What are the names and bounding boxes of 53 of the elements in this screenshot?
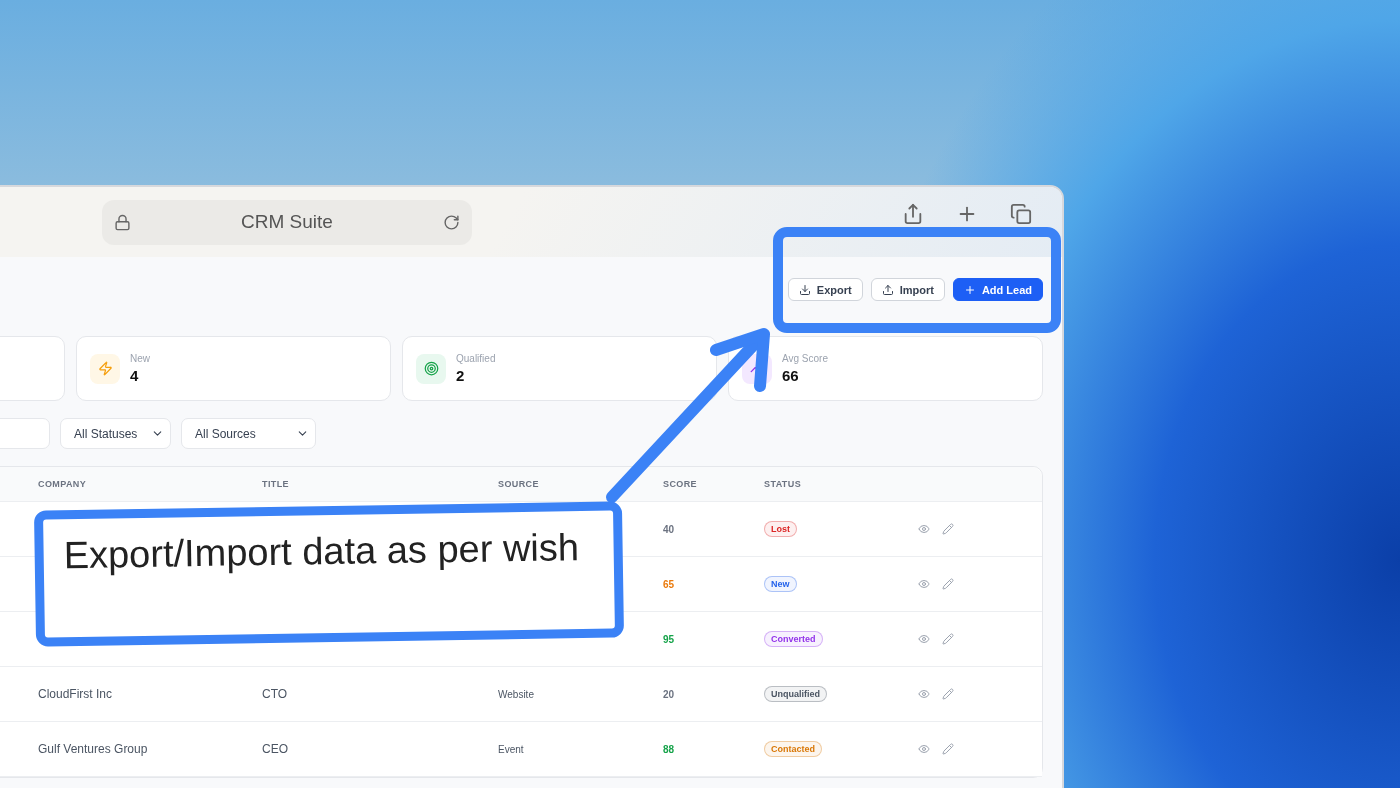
score-cell-text: 65 (663, 578, 676, 590)
table-cell-text: CEO (262, 742, 289, 756)
lightning-icon (90, 353, 120, 384)
export-button[interactable]: Export (787, 278, 863, 301)
address-bar[interactable]: CRM Suite (102, 199, 472, 245)
table-cell-text: Event (498, 743, 525, 755)
view-icon[interactable] (918, 633, 930, 645)
edit-icon[interactable] (942, 578, 954, 590)
stat-label: Avg Score (782, 353, 828, 364)
score-cell-text: 95 (663, 633, 676, 645)
status-badge: New (764, 576, 797, 592)
column-header: TITLE (262, 479, 290, 489)
score-cell-text: 40 (663, 523, 676, 535)
edit-icon[interactable] (942, 633, 954, 645)
target-icon (416, 353, 446, 384)
stat-value: 2 (456, 367, 466, 384)
status-badge: Contacted (764, 741, 822, 757)
stat-label: New (130, 353, 150, 364)
plus-icon (963, 283, 976, 296)
score-cell-text: 88 (663, 743, 676, 755)
add-lead-button[interactable]: Add Lead (952, 278, 1043, 301)
download-icon (798, 283, 811, 296)
view-icon[interactable] (918, 688, 930, 700)
filter-dropdown[interactable]: All Statuses (60, 418, 171, 449)
table-cell-text: Gulf Ventures Group (38, 742, 149, 756)
column-header: SOURCE (498, 479, 540, 489)
column-header: COMPANY (38, 479, 88, 489)
edit-icon[interactable] (942, 743, 954, 755)
filter-dropdown[interactable]: All Sources (181, 418, 316, 449)
column-header: STATUS (764, 479, 803, 489)
view-icon[interactable] (918, 523, 930, 535)
share-icon[interactable] (902, 203, 924, 225)
edit-icon[interactable] (942, 523, 954, 535)
reload-icon[interactable] (443, 213, 460, 231)
page-title: CRM Suite (240, 211, 334, 233)
stat-label: Qualified (456, 353, 496, 364)
score-cell-text: 20 (663, 688, 676, 700)
table-cell-text: Website (498, 688, 535, 700)
edit-icon[interactable] (942, 688, 954, 700)
table-cell-text: CloudFirst Inc (38, 687, 114, 701)
upload-icon (881, 283, 894, 296)
view-icon[interactable] (918, 578, 930, 590)
import-button[interactable]: Import (870, 278, 945, 301)
table-cell-text: CTO (262, 687, 289, 701)
column-header: SCORE (663, 479, 698, 489)
tabs-icon[interactable] (1010, 203, 1032, 225)
status-badge: Lost (764, 521, 797, 537)
stat-value: 66 (782, 367, 800, 384)
lock-icon (114, 213, 131, 231)
status-badge: Converted (764, 631, 823, 647)
stat-value: 4 (130, 367, 140, 384)
status-badge: Unqualified (764, 686, 827, 702)
view-icon[interactable] (918, 743, 930, 755)
